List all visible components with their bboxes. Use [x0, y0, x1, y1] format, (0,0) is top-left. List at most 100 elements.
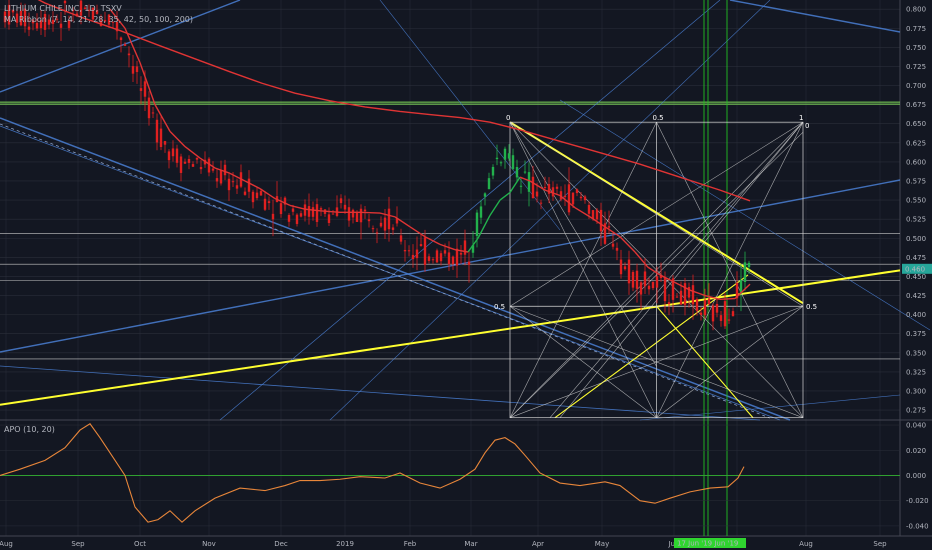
candle-body: [607, 226, 611, 228]
candle-body: [379, 222, 383, 227]
candle-body: [263, 198, 267, 210]
candle-body: [555, 186, 559, 189]
x-tick-label: Oct: [134, 540, 146, 548]
candle-body: [175, 148, 179, 163]
candle-body: [615, 247, 619, 251]
candle-body: [575, 189, 579, 194]
candle-body: [163, 141, 167, 145]
apo-tick-label: 0.040: [906, 422, 926, 430]
candle-body: [343, 204, 347, 210]
candle-body: [207, 158, 211, 173]
candle-body: [727, 319, 731, 321]
candle-body: [551, 187, 555, 197]
candle-body: [579, 196, 583, 199]
y-tick-label: 0.300: [906, 387, 926, 395]
candle-body: [647, 285, 651, 290]
candle-body: [587, 204, 591, 214]
candle-body: [475, 212, 479, 236]
candle-body: [59, 23, 63, 28]
candle-body: [187, 158, 191, 163]
candle-body: [639, 282, 643, 295]
apo-tick-label: -0.020: [906, 497, 929, 505]
candle-body: [411, 254, 415, 260]
fib-level-label: 0.5: [653, 114, 664, 122]
candle-body: [423, 237, 427, 265]
candle-body: [311, 207, 315, 217]
y-tick-label: 0.775: [906, 25, 926, 33]
candle-body: [159, 128, 163, 147]
candle-body: [523, 171, 527, 173]
candle-body: [439, 253, 443, 262]
x-tick-label: Sep: [71, 540, 85, 548]
apo-label[interactable]: APO (10, 20): [4, 425, 55, 434]
candle-body: [231, 181, 235, 183]
candle-body: [63, 0, 67, 4]
date-range-text: 17 Jun '19 Jun '19: [677, 540, 738, 548]
y-tick-label: 0.550: [906, 197, 926, 205]
candle-body: [691, 285, 695, 305]
candle-body: [351, 209, 355, 218]
grid-lines: [0, 0, 932, 550]
y-tick-label: 0.500: [906, 235, 926, 243]
x-tick-label: Mar: [464, 540, 477, 548]
candle-body: [535, 191, 539, 197]
candle-body: [147, 97, 151, 119]
candle-body: [339, 198, 343, 204]
candle-body: [375, 232, 379, 234]
candle-body: [715, 303, 719, 313]
fast-ma-segment: [359, 211, 381, 214]
candle-body: [495, 157, 499, 160]
y-tick-label: 0.450: [906, 273, 926, 281]
fib-level-label: 0: [805, 122, 809, 130]
candle-body: [363, 209, 367, 212]
candle-body: [515, 166, 519, 178]
candle-body: [355, 212, 359, 222]
candle-body: [251, 191, 255, 203]
candle-body: [399, 235, 403, 242]
last-price-value: 0.460: [905, 265, 925, 273]
candle-body: [723, 301, 727, 327]
candle-body: [199, 167, 203, 170]
candle-body: [663, 277, 667, 302]
candle-body: [631, 271, 635, 288]
candle-body: [235, 185, 239, 189]
candle-body: [543, 186, 547, 188]
candle-body: [167, 151, 171, 161]
y-tick-label: 0.275: [906, 407, 926, 415]
y-tick-label: 0.700: [906, 82, 926, 90]
candle-body: [511, 155, 515, 170]
fast-ma-segment: [719, 297, 736, 301]
candle-body: [499, 162, 503, 164]
candle-body: [467, 261, 471, 265]
y-tick-label: 0.750: [906, 44, 926, 52]
x-tick-label: Feb: [404, 540, 417, 548]
candle-body: [171, 148, 175, 157]
candle-body: [223, 164, 227, 176]
candle-body: [635, 270, 639, 289]
candle-body: [255, 192, 259, 199]
candle-body: [139, 88, 143, 91]
candle-body: [711, 305, 715, 322]
candle-body: [487, 178, 491, 190]
candle-body: [287, 214, 291, 222]
candle-body: [455, 248, 459, 266]
candle-body: [731, 311, 735, 317]
candle-body: [387, 208, 391, 230]
candle-body: [211, 168, 215, 171]
candle-body: [195, 157, 199, 160]
fib-level-label: 1: [799, 114, 803, 122]
chart-canvas[interactable]: 0 0.5 100.5 0.5 0.8000.7750.7500.7250.7000.…: [0, 0, 932, 550]
apo-tick-label: -0.040: [906, 522, 929, 530]
candle-body: [655, 276, 659, 288]
ma-ribbon-label[interactable]: MA Ribbon (7, 14, 21, 28, 35, 42, 50, 10…: [4, 15, 193, 24]
apo-tick-label: 0.020: [906, 447, 926, 455]
candle-body: [27, 26, 31, 30]
candle-body: [391, 227, 395, 230]
y-tick-label: 0.375: [906, 330, 926, 338]
candle-body: [415, 249, 419, 259]
candle-body: [131, 66, 135, 74]
candle-body: [583, 196, 587, 201]
candle-body: [371, 228, 375, 230]
candle-body: [327, 214, 331, 223]
candle-body: [215, 178, 219, 182]
